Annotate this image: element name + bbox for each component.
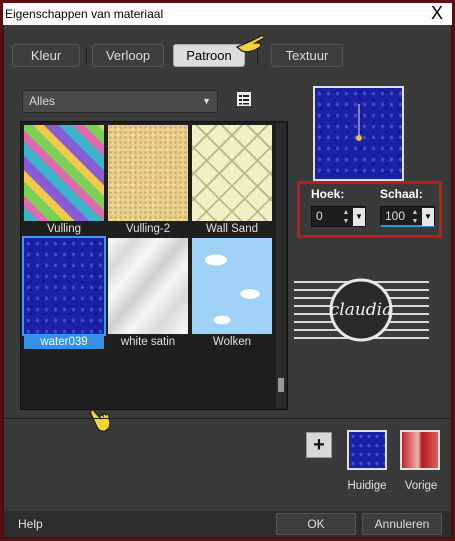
cancel-button[interactable]: Annuleren (362, 513, 442, 535)
pattern-tile[interactable]: Vulling-2 (108, 125, 188, 236)
previous-swatch[interactable] (400, 430, 440, 470)
pattern-swatch (192, 238, 272, 334)
close-button[interactable]: X (422, 3, 452, 25)
pattern-label: white satin (120, 336, 176, 348)
scale-value: 100 (385, 209, 406, 223)
angle-label: Hoek: (311, 187, 345, 201)
help-link[interactable]: Help (18, 517, 43, 531)
scale-stepper[interactable]: ▲ ▼ (409, 208, 421, 226)
close-icon: X (430, 3, 443, 23)
watermark-logo: claudia (294, 278, 429, 342)
tab-verloop[interactable]: Verloop (92, 44, 164, 67)
pattern-tile[interactable]: Wall Sand (192, 125, 272, 236)
pattern-tile[interactable]: Wolken (192, 238, 272, 349)
pattern-label: Vulling (46, 223, 82, 235)
current-swatch-label: Huidige (347, 480, 387, 492)
category-select[interactable]: Alles ▼ (22, 90, 218, 113)
tab-textuur[interactable]: Textuur (271, 44, 343, 67)
pattern-tile[interactable]: water039 (22, 236, 106, 349)
pattern-tile[interactable]: white satin (108, 238, 188, 349)
chevron-down-icon[interactable]: ▼ (353, 208, 365, 226)
ok-button[interactable]: OK (276, 513, 356, 535)
pattern-tile[interactable]: Vulling (24, 125, 104, 236)
tab-divider (86, 47, 87, 64)
scale-input[interactable]: 100 ▲ ▼ ▼ (380, 206, 435, 227)
chevron-down-icon[interactable]: ▼ (422, 208, 434, 226)
pattern-swatch (24, 125, 104, 221)
pattern-label: Wall Sand (206, 223, 258, 235)
svg-text:claudia: claudia (330, 300, 393, 320)
scale-label: Schaal: (380, 187, 423, 201)
list-view-icon[interactable] (236, 91, 252, 107)
grid-scrollbar[interactable] (276, 123, 286, 408)
window-title: Eigenschappen van materiaal (5, 7, 164, 21)
chevron-down-icon: ▼ (202, 96, 211, 106)
angle-input[interactable]: 0 ▲ ▼ ▼ (311, 206, 366, 227)
pattern-label: Vulling-2 (125, 223, 171, 235)
add-swatch-button[interactable]: + (306, 432, 332, 458)
scrollbar-thumb[interactable] (278, 378, 284, 392)
plus-icon: + (313, 434, 325, 456)
pattern-swatch (108, 125, 188, 221)
angle-value: 0 (316, 209, 323, 223)
category-value: Alles (29, 94, 56, 108)
pattern-swatch (192, 125, 272, 221)
pointing-hand-icon (90, 409, 111, 432)
angle-needle-icon (356, 104, 362, 141)
divider (4, 418, 451, 419)
pattern-swatch (108, 238, 188, 334)
pattern-swatch (22, 236, 106, 336)
title-bar: Eigenschappen van materiaal X (3, 3, 452, 25)
pattern-label: water039 (24, 335, 104, 349)
angle-stepper[interactable]: ▲ ▼ (340, 208, 352, 226)
current-swatch[interactable] (347, 430, 387, 470)
previous-swatch-label: Vorige (404, 480, 438, 492)
pattern-preview (313, 86, 404, 181)
tab-kleur[interactable]: Kleur (12, 44, 80, 67)
pattern-label: Wolken (212, 336, 252, 348)
pointing-hand-icon (235, 35, 265, 53)
